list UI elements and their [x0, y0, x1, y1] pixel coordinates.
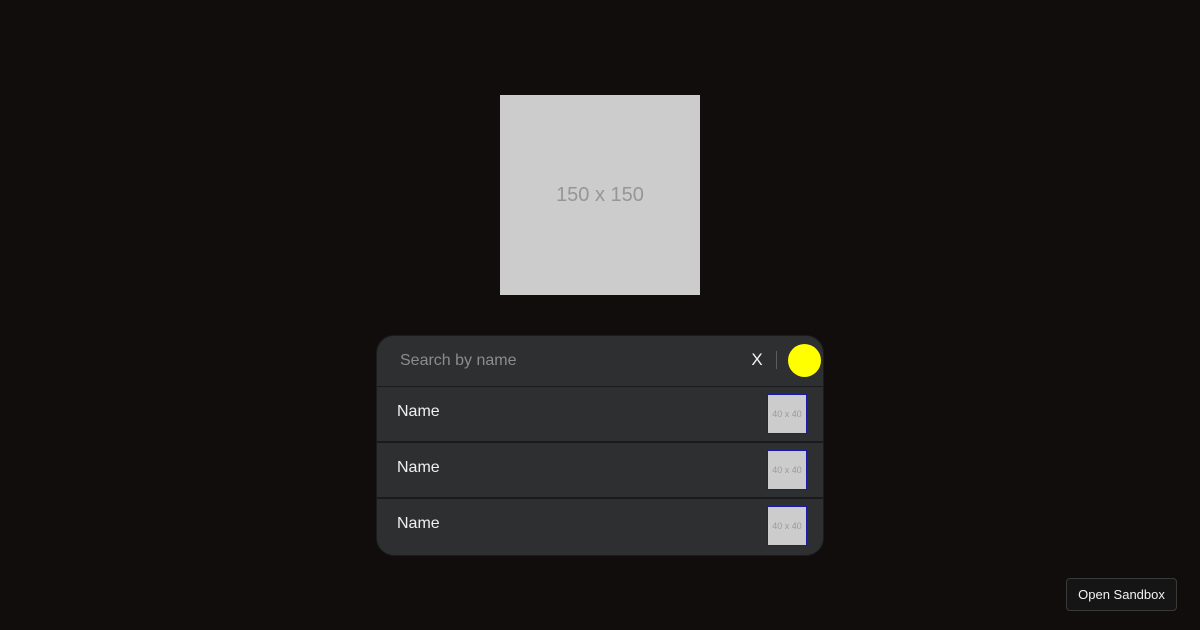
- result-row[interactable]: Name 40 x 40: [377, 499, 823, 555]
- clear-search-button[interactable]: X: [747, 348, 767, 372]
- result-thumbnail-label: 40 x 40: [772, 409, 802, 419]
- result-thumbnail-label: 40 x 40: [772, 521, 802, 531]
- result-row[interactable]: Name 40 x 40: [377, 387, 823, 443]
- status-indicator-dot[interactable]: [788, 344, 821, 377]
- result-name: Name: [397, 515, 440, 532]
- result-row[interactable]: Name 40 x 40: [377, 443, 823, 499]
- hero-placeholder-label: 150 x 150: [556, 183, 644, 206]
- result-thumbnail: 40 x 40: [767, 450, 807, 490]
- result-name: Name: [397, 403, 440, 420]
- search-input[interactable]: [400, 349, 720, 373]
- result-name: Name: [397, 459, 440, 476]
- search-divider: [776, 351, 777, 369]
- search-panel: X Name 40 x 40 Name 40 x 40 Name 40 x 40: [376, 335, 824, 556]
- page: 150 x 150 X Name 40 x 40 Name 40 x 40 Na…: [0, 0, 1200, 630]
- result-thumbnail: 40 x 40: [767, 394, 807, 434]
- hero-placeholder-image: 150 x 150: [500, 95, 700, 295]
- result-thumbnail-label: 40 x 40: [772, 465, 802, 475]
- open-sandbox-button[interactable]: Open Sandbox: [1066, 578, 1177, 611]
- result-thumbnail: 40 x 40: [767, 506, 807, 546]
- search-bar: X: [377, 336, 823, 387]
